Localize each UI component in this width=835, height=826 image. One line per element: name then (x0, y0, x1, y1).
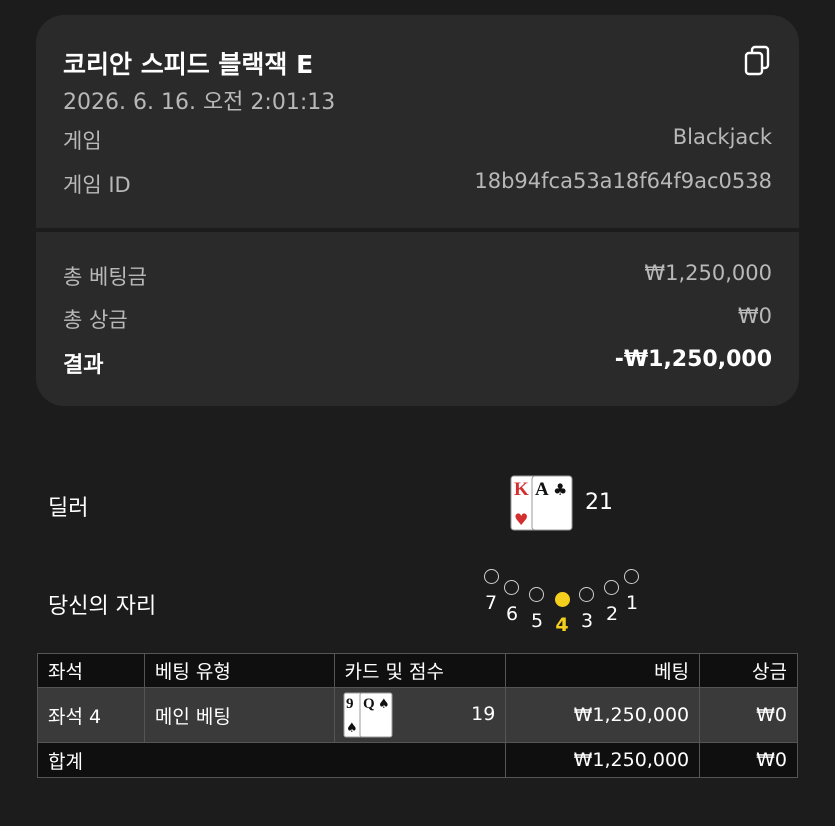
total-bet: ₩1,250,000 (505, 742, 701, 778)
player-card-1-rank: 9 (346, 696, 354, 712)
seat-3-number: 3 (580, 610, 594, 632)
header-seat: 좌석 (37, 653, 145, 688)
copy-icon[interactable] (743, 45, 771, 77)
total-win: ₩0 (699, 742, 798, 778)
seat-5-number: 5 (530, 610, 544, 632)
total-bet-label: 총 베팅금 (63, 265, 147, 289)
total-win-value: ₩0 (737, 304, 772, 328)
total-win-label: 총 상금 (63, 308, 128, 332)
game-title: 코리안 스피드 블랙잭 E (63, 50, 314, 79)
dealer-score: 21 (585, 490, 613, 515)
seat-2-marker (604, 580, 619, 595)
dealer-card-2-suit: ♣ (553, 480, 567, 499)
seat-3-marker (579, 587, 594, 602)
table-row: 좌석 4 메인 베팅 9 ♠ Q ♠ 19 ₩1,250,000 ₩0 (37, 687, 798, 743)
dealer-card-2: A ♣ (531, 475, 573, 531)
result-label: 결과 (63, 353, 104, 378)
table-total-row: 합계 ₩1,250,000 ₩0 (36, 742, 798, 778)
player-card-1-suit: ♠ (346, 721, 358, 736)
total-win-row: 총 상금 ₩0 (63, 304, 772, 336)
header-cards-score: 카드 및 점수 (333, 653, 507, 688)
total-label: 합계 (36, 742, 507, 778)
dealer-card-2-rank: A (535, 479, 549, 500)
seat-label: 당신의 자리 (48, 594, 157, 619)
row-bet: ₩1,250,000 (505, 687, 701, 743)
seat-map: 7 6 5 4 3 2 1 (478, 560, 648, 640)
player-card-2: Q ♠ (359, 692, 393, 738)
game-id-row: 게임 ID 18b94fca53a18f64f9ac0538 (63, 169, 772, 201)
total-bet-row: 총 베팅금 ₩1,250,000 (63, 261, 772, 293)
result-value: -₩1,250,000 (614, 347, 772, 372)
player-card-2-suit: ♠ (378, 697, 390, 712)
seat-7-marker (484, 569, 499, 584)
seat-4-number: 4 (555, 614, 569, 636)
dealer-card-1-suit: ♥ (514, 510, 528, 529)
row-seat: 좌석 4 (37, 687, 145, 743)
seat-6-marker (504, 580, 519, 595)
dealer-label: 딜러 (48, 496, 89, 521)
seat-2-number: 2 (605, 603, 619, 625)
row-bet-type: 메인 베팅 (143, 687, 335, 743)
game-row: 게임 Blackjack (63, 125, 772, 157)
divider (36, 228, 799, 232)
header-win: 상금 (699, 653, 798, 688)
total-bet-value: ₩1,250,000 (644, 261, 772, 285)
game-id-value: 18b94fca53a18f64f9ac0538 (474, 169, 772, 193)
seat-1-number: 1 (625, 592, 639, 614)
dealer-card-1-rank: K (514, 479, 529, 500)
seat-1-marker (624, 569, 639, 584)
dealer-cards: K ♥ A ♣ (510, 475, 573, 531)
game-value: Blackjack (672, 125, 772, 149)
header-bet-type: 베팅 유형 (143, 653, 335, 688)
table-header-row: 좌석 베팅 유형 카드 및 점수 베팅 상금 (37, 653, 798, 688)
row-win: ₩0 (699, 687, 798, 743)
result-row: 결과 -₩1,250,000 (63, 347, 772, 379)
game-id-label: 게임 ID (63, 173, 131, 197)
row-cards: 9 ♠ Q ♠ 19 (333, 687, 507, 743)
game-summary-card: 코리안 스피드 블랙잭 E 2026. 6. 16. 오전 2:01:13 게임… (36, 15, 799, 406)
player-card-2-rank: Q (363, 696, 375, 712)
row-score: 19 (471, 703, 496, 725)
seat-7-number: 7 (484, 592, 498, 614)
game-label: 게임 (63, 129, 102, 153)
bet-table: 좌석 베팅 유형 카드 및 점수 베팅 상금 좌석 4 메인 베팅 9 ♠ Q … (36, 653, 798, 778)
game-datetime: 2026. 6. 16. 오전 2:01:13 (63, 90, 336, 115)
seat-5-marker (529, 587, 544, 602)
seat-4-marker (555, 592, 570, 607)
seat-6-number: 6 (505, 603, 519, 625)
header-bet: 베팅 (505, 653, 701, 688)
player-cards: 9 ♠ Q ♠ (343, 692, 393, 738)
